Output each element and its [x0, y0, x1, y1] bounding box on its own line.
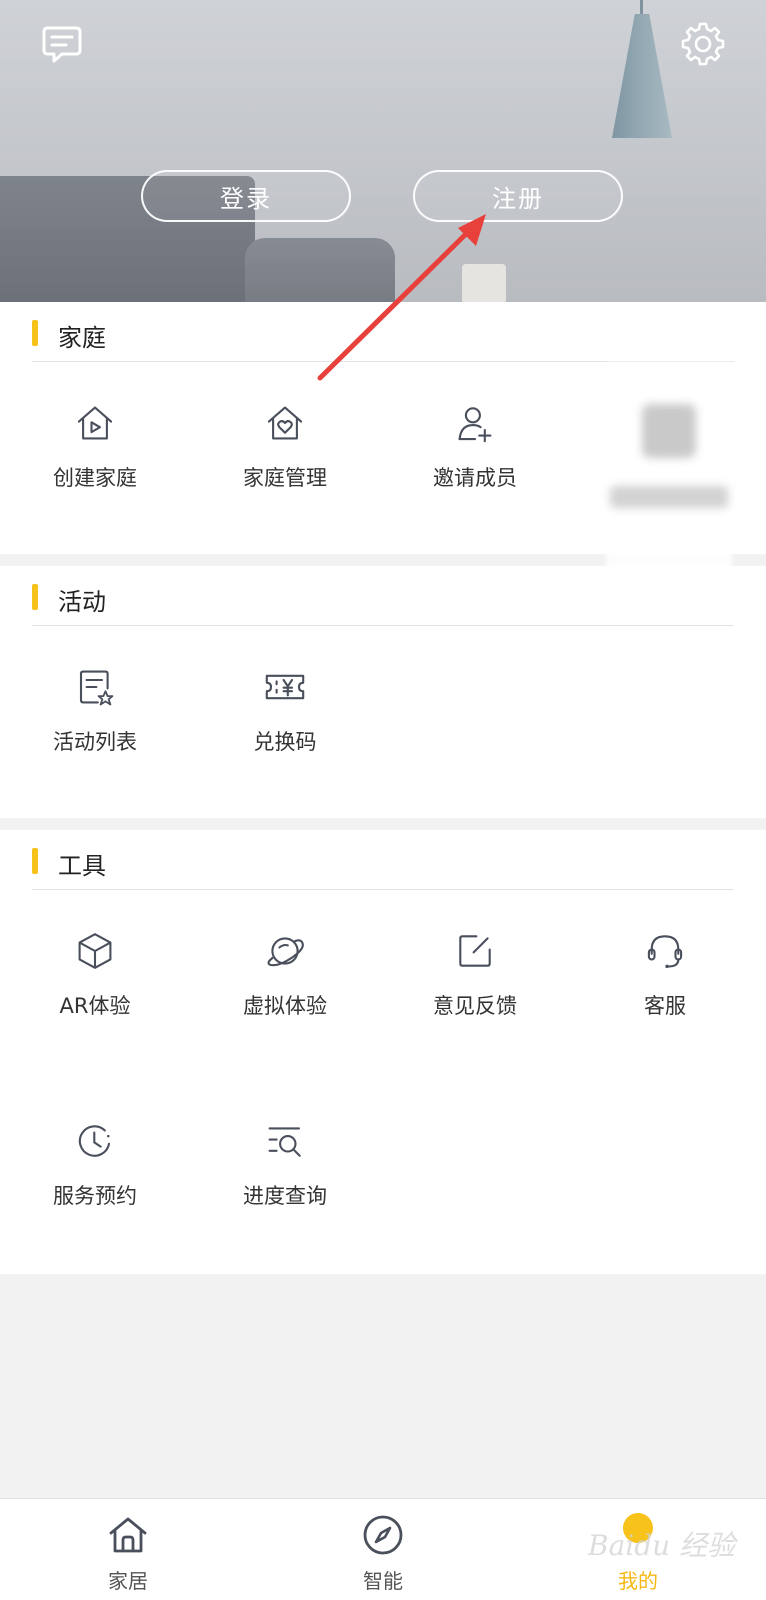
tab-home-label: 家居: [108, 1569, 148, 1593]
redeem-code-label: 兑换码: [253, 730, 317, 754]
activity-list-item[interactable]: 活动列表: [0, 626, 190, 756]
blurred-icon: [642, 404, 696, 458]
tab-home[interactable]: 家居: [58, 1499, 198, 1600]
family-section-title: 家庭: [58, 324, 106, 352]
progress-query-item[interactable]: 进度查询: [190, 1080, 380, 1210]
family-grid: 创建家庭 家庭管理 邀请成员: [0, 362, 766, 572]
annotation-arrow: [317, 214, 486, 381]
invite-member-label: 邀请成员: [433, 466, 517, 490]
cube-icon: [78, 933, 112, 969]
tools-section-header: 工具: [0, 830, 766, 890]
document-star-icon: [79, 670, 114, 706]
activity-list-label: 活动列表: [53, 730, 137, 754]
list-search-icon: [268, 1127, 301, 1157]
section-accent-bar: [32, 320, 38, 346]
family-management-label: 家庭管理: [243, 466, 327, 490]
background-lamp: [612, 14, 672, 138]
blurred-label: [610, 486, 728, 508]
customer-service-item[interactable]: 客服: [570, 890, 760, 1020]
tab-smart-label: 智能: [363, 1569, 403, 1593]
feedback-label: 意见反馈: [433, 994, 517, 1018]
clock-icon: [78, 1125, 111, 1157]
progress-query-label: 进度查询: [243, 1184, 327, 1208]
activity-section: 活动 活动列表 兑换码: [0, 566, 766, 818]
redeem-code-item[interactable]: 兑换码: [190, 626, 380, 756]
edit-square-icon: [459, 935, 491, 967]
ar-experience-item[interactable]: AR体验: [0, 890, 190, 1020]
feedback-item[interactable]: 意见反馈: [380, 890, 570, 1020]
headset-icon: [647, 935, 683, 969]
compass-icon: [363, 1515, 403, 1555]
tab-profile-label: 我的: [618, 1569, 658, 1593]
tools-section: 工具 AR体验 虚拟体验 意见反馈 客服 服务预约 进度查询: [0, 830, 766, 1274]
virtual-experience-label: 虚拟体验: [243, 994, 327, 1018]
section-accent-bar: [32, 848, 38, 874]
home-icon: [109, 1517, 147, 1553]
section-accent-bar: [32, 584, 38, 610]
activity-section-header: 活动: [0, 566, 766, 626]
add-user-icon: [458, 407, 492, 443]
tools-section-title: 工具: [58, 852, 106, 880]
ar-experience-label: AR体验: [59, 994, 131, 1018]
tab-smart[interactable]: 智能: [313, 1499, 453, 1600]
planet-icon: [267, 937, 304, 967]
blurred-item: [606, 362, 732, 572]
house-play-icon: [77, 406, 113, 440]
activity-section-title: 活动: [58, 588, 106, 616]
create-family-item[interactable]: 创建家庭: [0, 362, 190, 492]
watermark-text: Baidu 经验: [588, 1529, 736, 1562]
activity-grid: 活动列表 兑换码: [0, 626, 766, 818]
house-heart-icon: [267, 406, 303, 440]
message-icon[interactable]: [40, 22, 84, 66]
gear-icon[interactable]: [680, 20, 726, 66]
create-family-label: 创建家庭: [53, 466, 137, 490]
ticket-yen-icon: [265, 674, 305, 700]
virtual-experience-item[interactable]: 虚拟体验: [190, 890, 380, 1020]
tools-grid: AR体验 虚拟体验 意见反馈 客服 服务预约 进度查询: [0, 890, 766, 1274]
service-booking-label: 服务预约: [53, 1184, 137, 1208]
service-booking-item[interactable]: 服务预约: [0, 1080, 190, 1210]
customer-service-label: 客服: [644, 994, 686, 1018]
